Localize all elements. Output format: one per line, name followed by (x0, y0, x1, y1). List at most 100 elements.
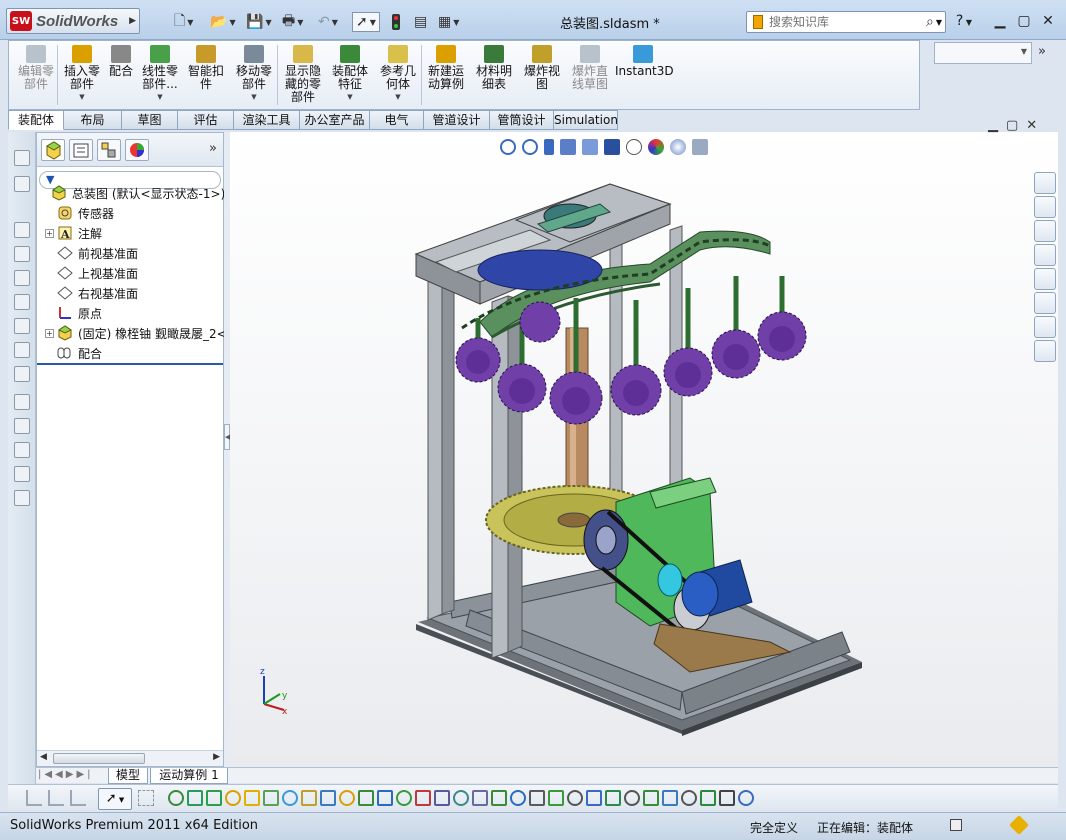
apply-scene-icon[interactable] (670, 139, 686, 155)
feature-tree-tab[interactable] (41, 139, 65, 161)
instant3d-button[interactable]: Instant3D (615, 43, 674, 109)
rebuild-button[interactable] (392, 12, 400, 32)
chevron-down-icon[interactable]: ▼ (61, 91, 103, 104)
edit-component-button[interactable]: 编辑零 部件 (13, 43, 59, 109)
mate-button[interactable]: 配合 (107, 43, 135, 109)
solidworks-menu-button[interactable]: SW SolidWorks ▶ (6, 8, 140, 34)
expand-icon[interactable]: + (45, 328, 54, 338)
design-library-icon[interactable] (1034, 196, 1056, 218)
toolbox-icon[interactable] (1034, 340, 1056, 362)
reference-geometry-button[interactable]: 参考几 何体 ▼ (375, 43, 421, 109)
chevron-down-icon[interactable]: ▼ (936, 18, 942, 27)
scroll-thumb[interactable] (53, 753, 145, 764)
close-button[interactable]: ✕ (1038, 12, 1058, 30)
hide-show-items-icon[interactable] (626, 139, 642, 155)
rotate-icon[interactable] (377, 790, 393, 806)
filter-faces-icon[interactable] (26, 790, 42, 806)
view-iso-icon[interactable] (14, 366, 30, 382)
assembly-features-button[interactable]: 装配体 特征 ▼ (329, 43, 371, 109)
tree-item[interactable]: +原点 (45, 303, 102, 323)
linear-pattern-button[interactable]: 线性零 部件... ▼ (139, 43, 181, 109)
large-assembly-icon[interactable] (681, 790, 697, 806)
custom-properties-icon[interactable] (1034, 292, 1056, 314)
chevron-down-icon[interactable]: ▼ (329, 91, 371, 104)
tab-4[interactable]: 渲染工具 (234, 110, 300, 130)
print-button[interactable]: 🖶 ▼ (282, 12, 303, 32)
chevron-down-icon[interactable]: ▼ (139, 91, 181, 104)
hide-icon[interactable] (586, 790, 602, 806)
display-style-icon[interactable] (604, 139, 620, 155)
smart-mate-icon[interactable] (187, 790, 203, 806)
envelope-icon[interactable] (662, 790, 678, 806)
move-icon[interactable] (358, 790, 374, 806)
tab-motion-study[interactable]: 运动算例 1 (150, 768, 228, 784)
show-icon[interactable] (605, 790, 621, 806)
mirror-icon[interactable] (320, 790, 336, 806)
edit-sketch-icon[interactable] (14, 394, 30, 410)
filter-edges-icon[interactable] (48, 790, 64, 806)
file-explorer-icon[interactable] (1034, 220, 1056, 242)
mass-props-icon[interactable] (548, 790, 564, 806)
dimension-icon[interactable] (14, 176, 30, 192)
assembly-model-view[interactable]: z x y (230, 132, 1058, 767)
tree-item[interactable]: +上视基准面 (45, 263, 138, 283)
smart-fastener-icon[interactable] (339, 790, 355, 806)
horizontal-scrollbar[interactable]: ◀ ▶ (37, 750, 223, 766)
tab-9[interactable]: Simulation (554, 110, 618, 130)
minimize-button[interactable]: ▁ (990, 12, 1010, 30)
configuration-manager-tab[interactable] (97, 139, 121, 161)
configuration-combo[interactable]: ▼ (934, 42, 1032, 64)
transparency-icon[interactable] (624, 790, 640, 806)
insert-part-icon[interactable] (263, 790, 279, 806)
assembly-icon[interactable] (244, 790, 260, 806)
chevron-down-icon[interactable]: ▼ (231, 91, 277, 104)
tree-item[interactable]: +传感器 (45, 203, 114, 223)
graphics-area[interactable]: z x y (230, 132, 1058, 767)
tab-5[interactable]: 办公室产品 (300, 110, 370, 130)
view-right-icon[interactable] (14, 294, 30, 310)
more-commands-button[interactable]: » (1038, 44, 1046, 59)
edit-appearance-icon[interactable] (648, 139, 664, 155)
filter-vertices-icon[interactable] (70, 790, 86, 806)
view-palette-icon[interactable] (1034, 244, 1056, 266)
scroll-right-icon[interactable]: ▶ (213, 752, 220, 762)
copy-icon[interactable] (14, 466, 30, 482)
paste-icon[interactable] (14, 490, 30, 506)
hole-alignment-icon[interactable] (453, 790, 469, 806)
view-left-icon[interactable] (14, 270, 30, 286)
collision-icon[interactable] (396, 790, 412, 806)
tree-item[interactable]: +右视基准面 (45, 283, 138, 303)
sketch-icon[interactable] (14, 150, 30, 166)
measure-icon[interactable] (529, 790, 545, 806)
chevron-down-icon[interactable]: ▼ (375, 91, 421, 104)
search-icon[interactable]: ⌕ (926, 14, 934, 30)
zoom-to-fit-icon[interactable] (500, 139, 516, 155)
appearances-icon[interactable] (1034, 268, 1056, 290)
section-icon[interactable] (567, 790, 583, 806)
tab-scroll-icons[interactable]: |◀◀▶▶| (38, 769, 94, 780)
expand-icon[interactable]: + (45, 228, 54, 238)
save-button[interactable]: 💾 ▼ (246, 12, 272, 32)
expand-panel-icon[interactable]: » (209, 141, 217, 156)
view-orientation-icon[interactable] (582, 139, 598, 155)
open-button[interactable]: 📂 ▼ (210, 12, 236, 32)
home-icon[interactable] (1034, 172, 1056, 194)
tab-6[interactable]: 电气 (370, 110, 424, 130)
view-bottom-icon[interactable] (14, 342, 30, 358)
scroll-left-icon[interactable]: ◀ (40, 752, 47, 762)
isolate-icon[interactable] (643, 790, 659, 806)
rollback-bar[interactable] (37, 363, 223, 365)
maximize-button[interactable]: ▢ (1014, 12, 1034, 30)
tab-8[interactable]: 管筒设计 (490, 110, 554, 130)
explode-line-sketch-button[interactable]: 爆炸直 线草图 (567, 43, 613, 109)
document-window-controls[interactable]: ▁▢✕ (988, 118, 1045, 133)
new-document-button[interactable]: 🗋 ▼ (174, 12, 193, 32)
insert-components-button[interactable]: 插入零 部件 ▼ (61, 43, 103, 109)
help-button[interactable]: ? ▼ (954, 12, 974, 30)
mate-icon[interactable] (168, 790, 184, 806)
solidworks-resources-icon[interactable] (1034, 316, 1056, 338)
undo-button[interactable]: ↶ ▼ (318, 12, 338, 32)
select-button[interactable]: ➚ ▼ (352, 12, 380, 32)
new-motion-study-button[interactable]: 新建运 动算例 (423, 43, 469, 109)
select-tool-button[interactable]: ➚ ▼ (98, 788, 132, 810)
